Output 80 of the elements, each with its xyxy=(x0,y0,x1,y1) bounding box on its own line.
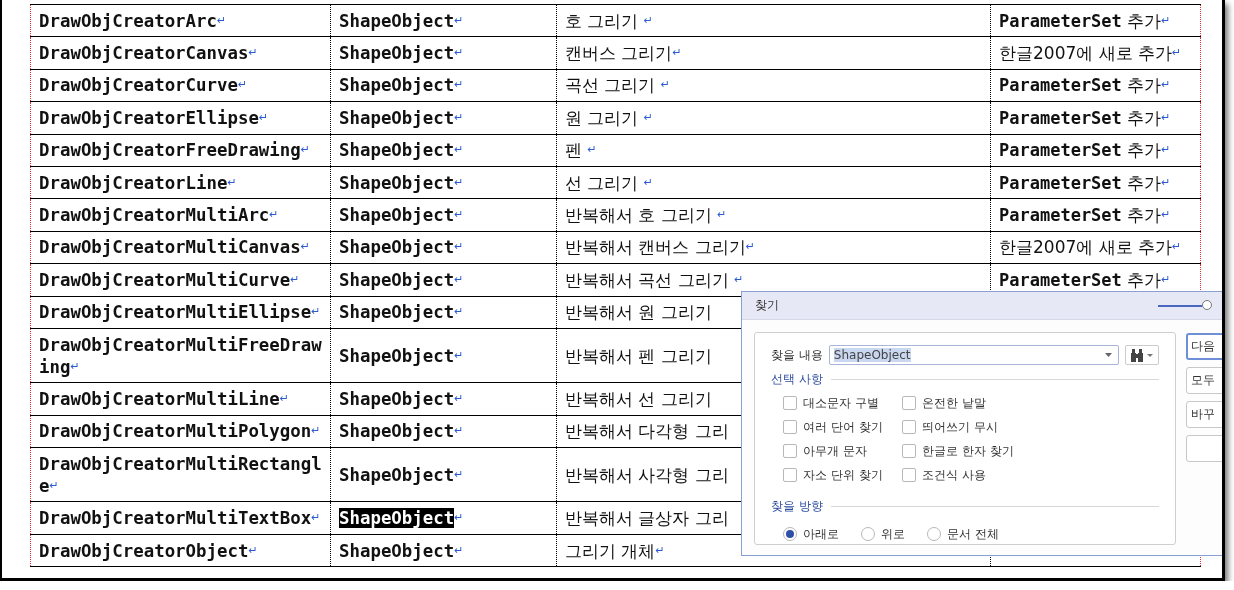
action-id-text: DrawObjCreatorEllipse↵ xyxy=(39,106,269,129)
description-text: 반복해서 사각형 그리 xyxy=(565,463,729,486)
object-type-text: ShapeObject↵ xyxy=(339,171,464,194)
radio-option[interactable]: 문서 전체 xyxy=(927,525,999,543)
checkbox-option[interactable]: 온전한 낱말 xyxy=(902,394,1052,412)
description-text: 반복해서 글상자 그리 xyxy=(565,507,729,530)
object-type-text: ShapeObject↵ xyxy=(339,539,464,562)
description-text: 반복해서 선 그리기 xyxy=(565,387,712,410)
object-type-text: ShapeObject↵ xyxy=(339,106,464,129)
action-id-text: DrawObjCreatorFreeDrawing↵ xyxy=(39,139,310,162)
description-text: 호 그리기 ↵ xyxy=(565,9,654,32)
object-type-text: ShapeObject↵ xyxy=(339,74,464,97)
checkbox-option[interactable]: 아무개 문자 xyxy=(783,442,902,460)
dialog-button[interactable]: 다음 xyxy=(1185,333,1222,360)
action-id-text: DrawObjCreatorMultiEllipse↵ xyxy=(39,301,321,324)
action-id-text: DrawObjCreatorLine↵ xyxy=(39,171,237,194)
description-text: 선 그리기 ↵ xyxy=(565,171,654,194)
action-id-text: DrawObjCreatorMultiCanvas↵ xyxy=(39,236,310,259)
action-id-text: DrawObjCreatorCanvas↵ xyxy=(39,42,258,65)
field-label: 찾을 내용 xyxy=(771,346,823,364)
search-field[interactable]: ShapeObject xyxy=(828,345,1119,365)
dialog-title: 찾기 xyxy=(755,297,780,314)
object-type-text: ShapeObject↵ xyxy=(339,42,464,65)
note-text: ParameterSet 추가↵ xyxy=(999,204,1171,227)
checkbox-option[interactable]: 한글로 한자 찾기 xyxy=(902,442,1052,460)
note-text: ParameterSet 추가↵ xyxy=(999,171,1171,194)
description-text: 반복해서 원 그리기 xyxy=(565,301,712,324)
action-id-text: DrawObjCreatorMultiFreeDrawing↵ xyxy=(39,333,323,378)
object-type-text: ShapeObject↵ xyxy=(339,344,464,367)
description-text: 반복해서 다각형 그리 xyxy=(565,420,729,443)
description-text: 원 그리기 ↵ xyxy=(565,106,654,129)
object-type-text: ShapeObject↵ xyxy=(339,268,464,291)
action-id-text: DrawObjCreatorObject↵ xyxy=(39,539,258,562)
description-text: 반복해서 곡선 그리기 ↵ xyxy=(565,268,744,291)
dialog-button[interactable]: 모두 xyxy=(1185,367,1222,394)
description-text: 펜 ↵ xyxy=(565,139,597,162)
description-text: 곡선 그리기 ↵ xyxy=(565,74,671,97)
note-text: ParameterSet 추가↵ xyxy=(999,139,1171,162)
object-type-text: ShapeObject↵ xyxy=(339,204,464,227)
section-heading: 찾을 방향 xyxy=(771,498,823,515)
dropdown-caret-icon xyxy=(1104,353,1112,357)
action-id-text: DrawObjCreatorMultiRectangle↵ xyxy=(39,452,323,497)
checkbox-option[interactable]: 대소문자 구별 xyxy=(783,394,902,412)
object-type-text: ShapeObject↵ xyxy=(339,301,464,324)
checkbox-option[interactable]: 자소 단위 찾기 xyxy=(783,466,902,484)
action-id-text: DrawObjCreatorMultiLine↵ xyxy=(39,387,290,410)
note-text: ParameterSet 추가↵ xyxy=(999,74,1171,97)
object-type-text: ShapeObject↵ xyxy=(339,139,464,162)
note-text: 한글2007에 새로 추가↵ xyxy=(999,236,1182,259)
action-id-text: DrawObjCreatorMultiCurve↵ xyxy=(39,268,300,291)
description-text: 반복해서 캔버스 그리기↵ xyxy=(565,236,756,259)
description-text: 반복해서 호 그리기 ↵ xyxy=(565,204,727,227)
object-type-text: ShapeObject↵ xyxy=(339,9,464,32)
section-heading: 선택 사항 xyxy=(771,371,823,388)
description-text: 캔버스 그리기↵ xyxy=(565,42,682,65)
note-text: ParameterSet 추가↵ xyxy=(999,9,1171,32)
action-id-text: DrawObjCreatorMultiArc↵ xyxy=(39,204,279,227)
binoculars-icon xyxy=(1130,348,1145,362)
find-mode-button[interactable] xyxy=(1124,345,1159,365)
description-text: 그리기 개체↵ xyxy=(565,539,665,562)
object-type-text: ShapeObject↵ xyxy=(339,420,464,443)
action-id-text: DrawObjCreatorCurve↵ xyxy=(39,74,248,97)
note-text: ParameterSet 추가↵ xyxy=(999,268,1171,291)
slider-thumb[interactable] xyxy=(1202,299,1212,310)
caret-icon xyxy=(1147,353,1154,357)
note-text: ParameterSet 추가↵ xyxy=(999,106,1171,129)
checkbox-option[interactable]: 조건식 사용 xyxy=(902,466,1052,484)
description-text: 반복해서 펜 그리기 xyxy=(565,344,712,367)
action-id-text: DrawObjCreatorMultiTextBox↵ xyxy=(39,507,321,530)
object-type-text: ShapeObject↵ xyxy=(339,463,464,486)
radio-option[interactable]: 위로 xyxy=(861,525,905,543)
action-id-text: DrawObjCreatorMultiPolygon↵ xyxy=(39,420,321,443)
note-text: 한글2007에 새로 추가↵ xyxy=(999,42,1182,65)
action-id-text: DrawObjCreatorArc↵ xyxy=(39,9,227,32)
checkbox-option[interactable]: 띄어쓰기 무시 xyxy=(902,418,1052,436)
object-type-text: ShapeObject↵ xyxy=(339,387,464,410)
radio-option[interactable]: 아래로 xyxy=(783,525,839,543)
dialog-button[interactable]: 바꾸 xyxy=(1185,401,1222,428)
checkbox-option[interactable]: 여러 단어 찾기 xyxy=(783,418,902,436)
object-type-text: ShapeObject↵ xyxy=(339,236,464,259)
